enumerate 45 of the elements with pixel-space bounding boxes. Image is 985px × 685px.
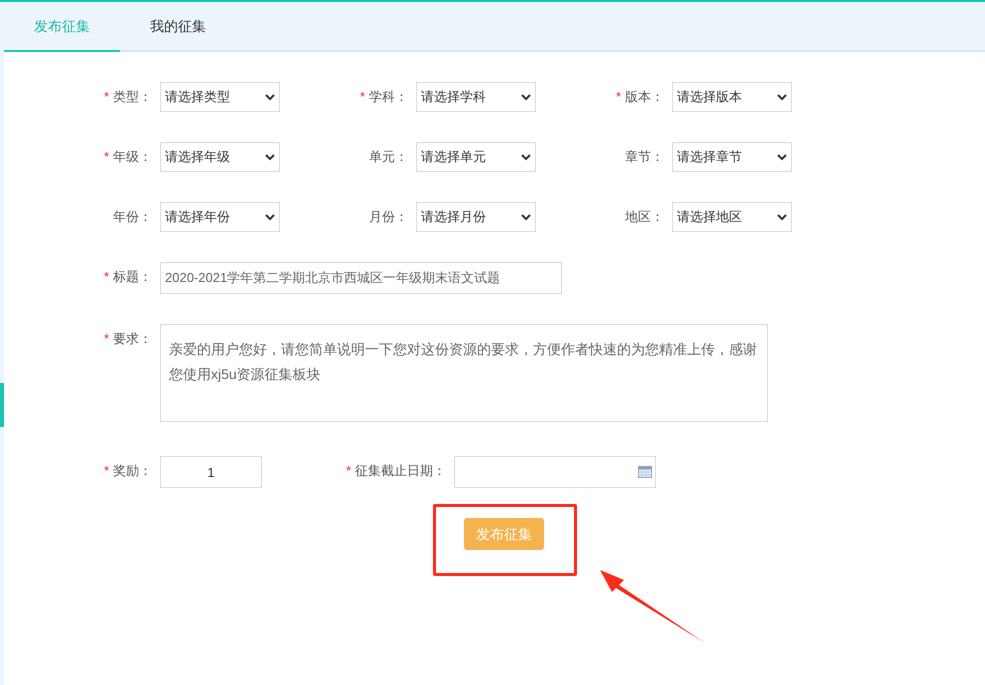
field-label: 标题： xyxy=(113,268,152,286)
required-asterisk: * xyxy=(104,148,109,166)
field-label: 单元： xyxy=(369,148,408,166)
chevron-down-icon xyxy=(777,214,787,220)
required-asterisk: * xyxy=(104,268,109,286)
date-input[interactable] xyxy=(454,456,656,488)
field-label: 年级： xyxy=(113,148,152,166)
field-label: 版本： xyxy=(625,88,664,106)
dropdown[interactable]: 请选择章节 xyxy=(672,142,792,172)
field-label: 章节： xyxy=(625,148,664,166)
tab[interactable]: 我的征集 xyxy=(120,2,236,52)
field-label: 年份： xyxy=(113,208,152,226)
dropdown[interactable]: 请选择月份 xyxy=(416,202,536,232)
chevron-down-icon xyxy=(265,94,275,100)
field-label: 奖励： xyxy=(113,462,152,480)
field-label: 征集截止日期： xyxy=(355,462,446,480)
chevron-down-icon xyxy=(521,94,531,100)
dropdown[interactable]: 请选择年份 xyxy=(160,202,280,232)
calendar-icon xyxy=(638,466,652,478)
required-asterisk: * xyxy=(346,462,351,480)
title-input[interactable]: 2020-2021学年第二学期北京市西城区一年级期末语文试题 xyxy=(160,262,562,294)
dropdown[interactable]: 请选择地区 xyxy=(672,202,792,232)
chevron-down-icon xyxy=(521,214,531,220)
field-label: 类型： xyxy=(113,88,152,106)
field-label: 地区： xyxy=(625,208,664,226)
field-label: 学科： xyxy=(369,88,408,106)
reward-input[interactable]: 1 xyxy=(160,456,262,488)
chevron-down-icon xyxy=(521,154,531,160)
dropdown[interactable]: 请选择版本 xyxy=(672,82,792,112)
chevron-down-icon xyxy=(777,94,787,100)
field-label: 要求： xyxy=(113,330,152,348)
field-label: 月份： xyxy=(369,208,408,226)
required-asterisk: * xyxy=(104,88,109,106)
required-asterisk: * xyxy=(616,88,621,106)
required-asterisk: * xyxy=(104,462,109,480)
required-asterisk: * xyxy=(360,88,365,106)
dropdown[interactable]: 请选择学科 xyxy=(416,82,536,112)
dropdown[interactable]: 请选择类型 xyxy=(160,82,280,112)
chevron-down-icon xyxy=(777,154,787,160)
dropdown[interactable]: 请选择单元 xyxy=(416,142,536,172)
chevron-down-icon xyxy=(265,214,275,220)
required-asterisk: * xyxy=(104,330,109,348)
chevron-down-icon xyxy=(265,154,275,160)
dropdown[interactable]: 请选择年级 xyxy=(160,142,280,172)
requirement-textarea[interactable]: 亲爱的用户您好，请您简单说明一下您对这份资源的要求，方便作者快速的为您精准上传，感谢您使用xj5u资源征集板块 xyxy=(160,324,768,422)
